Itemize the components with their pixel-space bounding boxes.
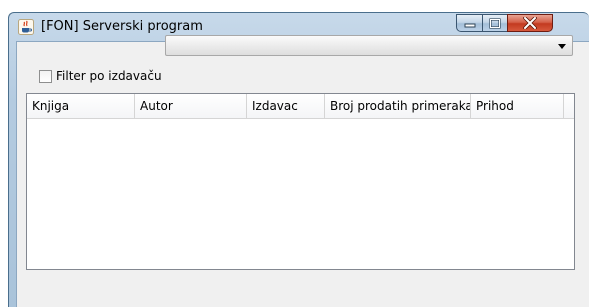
minimize-button[interactable] [456,14,483,32]
window-title: [FON] Serverski program [41,19,203,34]
filter-checkbox-label[interactable]: Filter po izdavaču [56,69,162,83]
filter-checkbox[interactable] [39,70,52,83]
column-header-broj-prodatih-primeraka[interactable]: Broj prodatih primeraka [325,94,471,118]
chevron-down-icon[interactable] [558,44,566,49]
column-header-knjiga[interactable]: Knjiga [27,94,135,118]
minimize-icon [464,23,475,28]
sales-table[interactable]: Knjiga Autor Izdavac Broj prodatih prime… [26,93,575,270]
maximize-button[interactable] [482,14,508,32]
table-body[interactable] [27,119,574,269]
column-header-izdavac[interactable]: Izdavac [247,94,325,118]
table-header: Knjiga Autor Izdavac Broj prodatih prime… [27,94,574,119]
close-icon [523,17,537,29]
column-header-autor[interactable]: Autor [135,94,247,118]
close-button[interactable] [507,14,553,32]
column-header-prihod[interactable]: Prihod [471,94,564,118]
java-coffee-cup-icon[interactable] [18,19,34,35]
maximize-icon [489,17,501,29]
publisher-dropdown[interactable] [165,35,573,56]
